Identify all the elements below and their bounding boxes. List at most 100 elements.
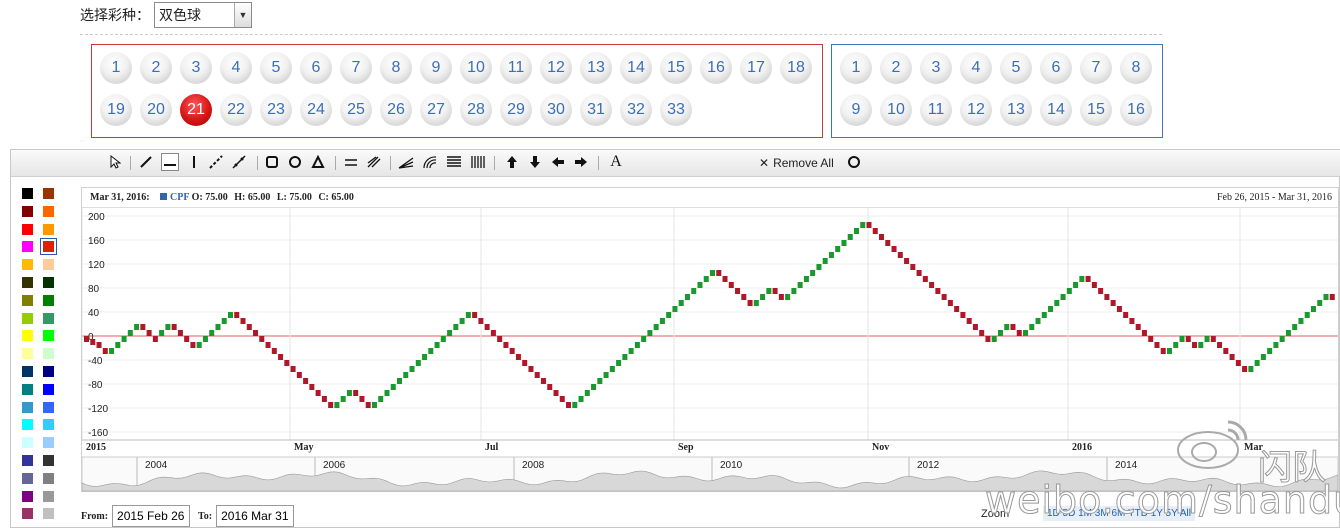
arrow-up-icon[interactable] bbox=[503, 153, 521, 171]
red-ball-33[interactable]: 33 bbox=[660, 94, 692, 126]
color-swatch[interactable] bbox=[43, 419, 54, 431]
color-swatch[interactable] bbox=[22, 472, 33, 484]
color-swatch[interactable] bbox=[43, 348, 54, 360]
red-ball-23[interactable]: 23 bbox=[260, 94, 292, 126]
color-swatch[interactable] bbox=[43, 294, 54, 306]
red-ball-18[interactable]: 18 bbox=[780, 52, 812, 84]
color-swatch[interactable] bbox=[43, 330, 54, 342]
pitchfork-tool-icon[interactable] bbox=[365, 153, 383, 171]
color-swatch[interactable] bbox=[22, 223, 33, 235]
blue-ball-15[interactable]: 15 bbox=[1080, 94, 1112, 126]
color-swatch[interactable] bbox=[22, 508, 33, 520]
color-swatch[interactable] bbox=[22, 437, 33, 449]
color-swatch[interactable] bbox=[43, 490, 54, 502]
fibonacci-tool-icon[interactable] bbox=[445, 153, 463, 171]
color-swatch[interactable] bbox=[43, 205, 54, 217]
blue-ball-4[interactable]: 4 bbox=[960, 52, 992, 84]
arrow-left-icon[interactable] bbox=[549, 153, 567, 171]
color-swatch[interactable] bbox=[43, 508, 54, 520]
color-swatch[interactable] bbox=[43, 366, 54, 377]
color-swatch[interactable] bbox=[43, 401, 54, 413]
pointer-tool-icon[interactable] bbox=[106, 153, 124, 171]
red-ball-32[interactable]: 32 bbox=[620, 94, 652, 126]
blue-ball-14[interactable]: 14 bbox=[1040, 94, 1072, 126]
blue-ball-8[interactable]: 8 bbox=[1120, 52, 1152, 84]
ray-tool-icon[interactable] bbox=[207, 153, 225, 171]
red-ball-15[interactable]: 15 bbox=[660, 52, 692, 84]
color-swatch[interactable] bbox=[43, 455, 54, 466]
from-date-input[interactable] bbox=[112, 505, 191, 527]
red-ball-31[interactable]: 31 bbox=[580, 94, 612, 126]
chevron-down-icon[interactable]: ▼ bbox=[234, 3, 251, 27]
blue-ball-12[interactable]: 12 bbox=[960, 94, 992, 126]
red-ball-17[interactable]: 17 bbox=[740, 52, 772, 84]
red-ball-10[interactable]: 10 bbox=[460, 52, 492, 84]
arc-tool-icon[interactable] bbox=[421, 153, 439, 171]
color-swatch[interactable] bbox=[22, 241, 33, 253]
red-ball-16[interactable]: 16 bbox=[700, 52, 732, 84]
arrow-down-icon[interactable] bbox=[526, 153, 544, 171]
blue-ball-6[interactable]: 6 bbox=[1040, 52, 1072, 84]
color-swatch[interactable] bbox=[22, 419, 33, 431]
color-swatch[interactable] bbox=[22, 366, 33, 377]
color-swatch[interactable] bbox=[22, 294, 33, 306]
red-ball-22[interactable]: 22 bbox=[220, 94, 252, 126]
line-tool-icon[interactable] bbox=[137, 153, 155, 171]
text-tool-icon[interactable]: A bbox=[607, 153, 625, 171]
horizontal-line-tool-icon[interactable] bbox=[161, 153, 179, 171]
remove-all-button[interactable]: ✕ Remove All bbox=[759, 156, 834, 170]
blue-ball-11[interactable]: 11 bbox=[920, 94, 952, 126]
color-swatch[interactable] bbox=[22, 348, 33, 360]
color-swatch[interactable] bbox=[22, 205, 33, 217]
color-swatch[interactable] bbox=[43, 188, 54, 199]
lottery-type-dropdown[interactable]: 双色球 ▼ bbox=[154, 2, 252, 28]
color-swatch[interactable] bbox=[43, 437, 54, 449]
red-ball-12[interactable]: 12 bbox=[540, 52, 572, 84]
rectangle-tool-icon[interactable] bbox=[263, 153, 281, 171]
red-ball-30[interactable]: 30 bbox=[540, 94, 572, 126]
channel-tool-icon[interactable] bbox=[342, 153, 360, 171]
red-ball-4[interactable]: 4 bbox=[220, 52, 252, 84]
color-swatch[interactable] bbox=[22, 259, 33, 271]
circle-tool-icon[interactable] bbox=[286, 153, 304, 171]
red-ball-20[interactable]: 20 bbox=[140, 94, 172, 126]
blue-ball-3[interactable]: 3 bbox=[920, 52, 952, 84]
red-ball-25[interactable]: 25 bbox=[340, 94, 372, 126]
color-swatch[interactable] bbox=[43, 223, 54, 235]
red-ball-8[interactable]: 8 bbox=[380, 52, 412, 84]
blue-ball-2[interactable]: 2 bbox=[880, 52, 912, 84]
blue-ball-13[interactable]: 13 bbox=[1000, 94, 1032, 126]
blue-ball-1[interactable]: 1 bbox=[840, 52, 872, 84]
red-ball-28[interactable]: 28 bbox=[460, 94, 492, 126]
color-swatch[interactable] bbox=[22, 490, 33, 502]
red-ball-2[interactable]: 2 bbox=[140, 52, 172, 84]
color-swatch[interactable] bbox=[22, 401, 33, 413]
color-swatch[interactable] bbox=[22, 455, 33, 466]
red-ball-21[interactable]: 21 bbox=[180, 94, 212, 126]
blue-ball-7[interactable]: 7 bbox=[1080, 52, 1112, 84]
red-ball-11[interactable]: 11 bbox=[500, 52, 532, 84]
red-ball-29[interactable]: 29 bbox=[500, 94, 532, 126]
arrow-right-icon[interactable] bbox=[572, 153, 590, 171]
color-swatch[interactable] bbox=[22, 330, 33, 342]
color-swatch[interactable] bbox=[43, 383, 54, 395]
color-swatch[interactable] bbox=[43, 312, 54, 324]
triangle-tool-icon[interactable] bbox=[309, 153, 327, 171]
red-ball-26[interactable]: 26 bbox=[380, 94, 412, 126]
blue-ball-9[interactable]: 9 bbox=[840, 94, 872, 126]
red-ball-6[interactable]: 6 bbox=[300, 52, 332, 84]
red-ball-27[interactable]: 27 bbox=[420, 94, 452, 126]
vertical-line-tool-icon[interactable] bbox=[185, 153, 203, 171]
red-ball-5[interactable]: 5 bbox=[260, 52, 292, 84]
red-ball-24[interactable]: 24 bbox=[300, 94, 332, 126]
color-swatch[interactable] bbox=[22, 277, 33, 288]
zoom-range-links[interactable]: 1D 5D 1M 3M 6M YTD 1Y 5Y All bbox=[1043, 506, 1195, 521]
color-swatch[interactable] bbox=[22, 383, 33, 395]
red-ball-1[interactable]: 1 bbox=[100, 52, 132, 84]
time-zones-tool-icon[interactable] bbox=[469, 153, 487, 171]
blue-ball-16[interactable]: 16 bbox=[1120, 94, 1152, 126]
extended-line-tool-icon[interactable] bbox=[230, 153, 248, 171]
blue-ball-10[interactable]: 10 bbox=[880, 94, 912, 126]
fan-tool-icon[interactable] bbox=[397, 153, 415, 171]
red-ball-19[interactable]: 19 bbox=[100, 94, 132, 126]
